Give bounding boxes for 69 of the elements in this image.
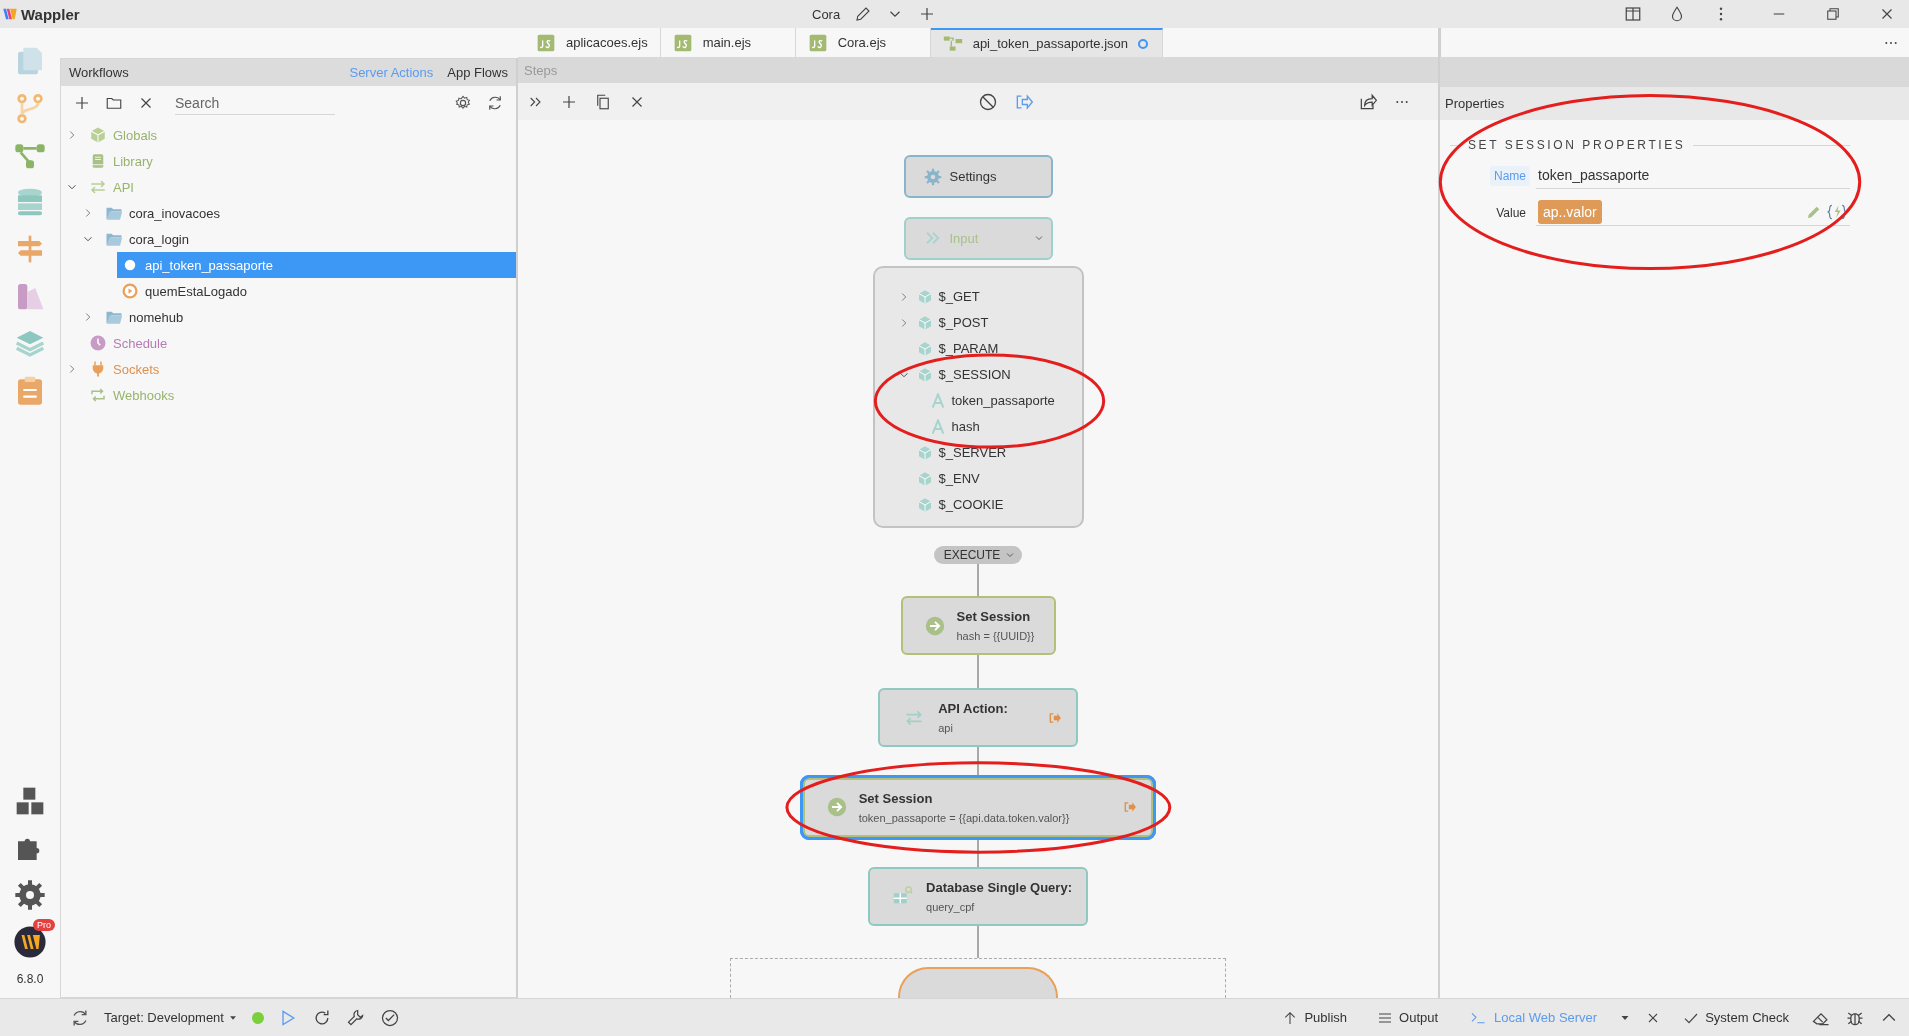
app-name: Wappler <box>21 5 80 23</box>
input-item[interactable]: $_GET <box>916 288 980 305</box>
file-tab[interactable]: api_token_passaporte.json <box>930 28 1164 57</box>
js-file-icon <box>536 32 556 53</box>
input-item[interactable]: token_passaporte <box>929 392 1055 409</box>
execute-dropdown[interactable]: EXECUTE <box>933 545 1023 564</box>
text-type-icon <box>929 392 946 409</box>
status-button[interactable]: Publish <box>1274 1009 1356 1026</box>
loop-arrows-icon <box>89 386 107 404</box>
field-label: Value <box>1495 204 1527 222</box>
copy-icon[interactable] <box>594 92 612 111</box>
cube-icon <box>916 288 933 305</box>
wrench-icon[interactable] <box>345 1007 366 1028</box>
disable-icon[interactable] <box>978 91 998 112</box>
status-button[interactable]: Output <box>1369 1009 1447 1026</box>
cube-icon <box>916 366 933 383</box>
input-item[interactable]: $_ENV <box>916 470 980 487</box>
pro-badge: Pro <box>33 919 55 931</box>
logo-icon <box>2 6 18 22</box>
cube-icon <box>916 496 933 513</box>
section-title: Steps <box>518 57 1438 83</box>
js-file-icon <box>807 32 828 53</box>
text-type-icon <box>929 418 946 435</box>
cube-icon <box>89 126 107 144</box>
cube-icon <box>916 340 933 357</box>
input-item[interactable]: $_SERVER <box>916 444 1007 461</box>
js-file-icon <box>672 32 693 53</box>
step-node[interactable]: Set Session hash = {{UUID}} <box>900 596 1056 656</box>
text-field[interactable]: token_passaporte <box>1536 162 1850 189</box>
input-item[interactable]: $_PARAM <box>916 340 999 357</box>
panel-title: Properties <box>1445 96 1505 111</box>
input-item[interactable]: $_POST <box>916 314 989 331</box>
clock-icon <box>89 334 107 352</box>
field-label: Name <box>1490 165 1530 186</box>
arrow-circle-icon <box>924 615 945 636</box>
data-bindings-icon[interactable] <box>1826 203 1848 221</box>
arrow-circle-icon <box>826 797 847 817</box>
settings-icon[interactable] <box>454 94 472 112</box>
step-node[interactable]: Database Single Query: query_cpf <box>868 866 1088 926</box>
project-name[interactable]: Cora <box>812 6 841 22</box>
tree-item[interactable]: nomehub <box>101 304 516 330</box>
version-label: 6.8.0 <box>16 972 44 986</box>
tree-item[interactable]: cora_inovacoes <box>101 200 516 226</box>
plus-icon[interactable] <box>73 94 91 112</box>
panel-tab[interactable]: App Flows <box>447 65 508 80</box>
panel-title: Workflows <box>69 65 130 80</box>
tree-item[interactable]: quemEstaLogado <box>117 278 516 304</box>
section-heading: SET SESSION PROPERTIES <box>1468 138 1686 152</box>
condition-node[interactable] <box>898 967 1058 998</box>
input-item[interactable]: $_COOKIE <box>916 496 1004 513</box>
check-circle-icon[interactable] <box>379 1007 400 1028</box>
cube-icon <box>916 470 933 487</box>
tree-item[interactable]: cora_login <box>101 226 516 252</box>
split-view-icon[interactable] <box>1624 5 1642 23</box>
target-dropdown[interactable]: Target: Development <box>104 1010 238 1025</box>
gear-icon <box>923 167 942 186</box>
restore-icon[interactable] <box>1824 5 1842 23</box>
input-item[interactable]: $_SESSION <box>916 366 1011 383</box>
step-node[interactable]: API Action: api <box>878 688 1078 748</box>
settings-icon[interactable] <box>14 878 46 912</box>
refresh-icon[interactable] <box>486 94 504 112</box>
swap-arrows-icon <box>89 178 107 196</box>
cube-icon <box>916 444 933 461</box>
input-item[interactable]: hash <box>929 418 980 435</box>
step-node[interactable]: Set Session token_passaporte = {{api.data.token.valor}} <box>802 777 1154 837</box>
search-field[interactable]: Search <box>175 91 335 115</box>
status-button[interactable]: System Check <box>1675 1009 1797 1026</box>
settings-node[interactable]: Settings <box>903 155 1053 199</box>
cube-icon <box>916 314 933 331</box>
